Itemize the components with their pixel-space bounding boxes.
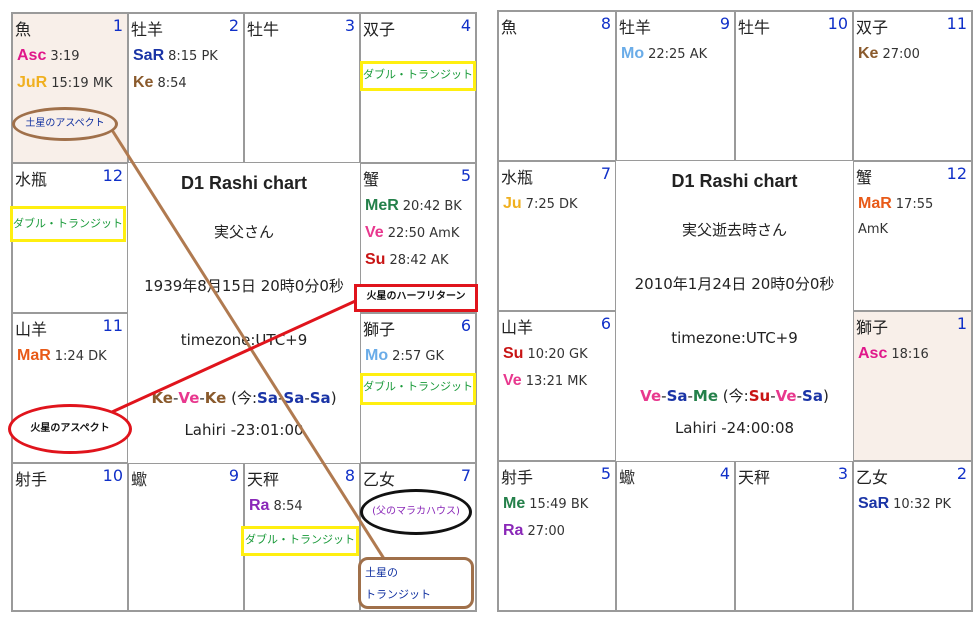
saturn-transit-label-1: 土星の <box>365 566 398 579</box>
mars-aspect-connector <box>111 296 363 414</box>
father-maraka-oval: (父のマラカハウス) <box>360 489 472 535</box>
double-transit-badge: ダブル・トランジット <box>360 61 476 91</box>
mars-half-return-badge: 火星のハーフリターン <box>354 284 478 312</box>
double-transit-badge: ダブル・トランジット <box>241 526 359 556</box>
double-transit-label: ダブル・トランジット <box>245 533 355 546</box>
saturn-transit-label-2: トランジット <box>365 588 431 601</box>
mars-aspect-label: 火星のアスペクト <box>30 423 110 434</box>
saturn-aspect-oval: 土星のアスペクト <box>12 107 118 141</box>
double-transit-label: ダブル・トランジット <box>363 380 473 393</box>
annotation-lines <box>110 129 390 566</box>
double-transit-badge: ダブル・トランジット <box>10 206 126 242</box>
mars-half-return-label: 火星のハーフリターン <box>366 291 466 302</box>
double-transit-label: ダブル・トランジット <box>363 68 473 81</box>
saturn-transit-box: 土星の トランジット <box>358 557 474 609</box>
double-transit-label: ダブル・トランジット <box>13 217 123 230</box>
mars-aspect-oval: 火星のアスペクト <box>8 404 132 454</box>
double-transit-badge: ダブル・トランジット <box>360 373 476 405</box>
saturn-aspect-label: 土星のアスペクト <box>25 118 105 129</box>
father-maraka-label: (父のマラカハウス) <box>372 506 460 517</box>
